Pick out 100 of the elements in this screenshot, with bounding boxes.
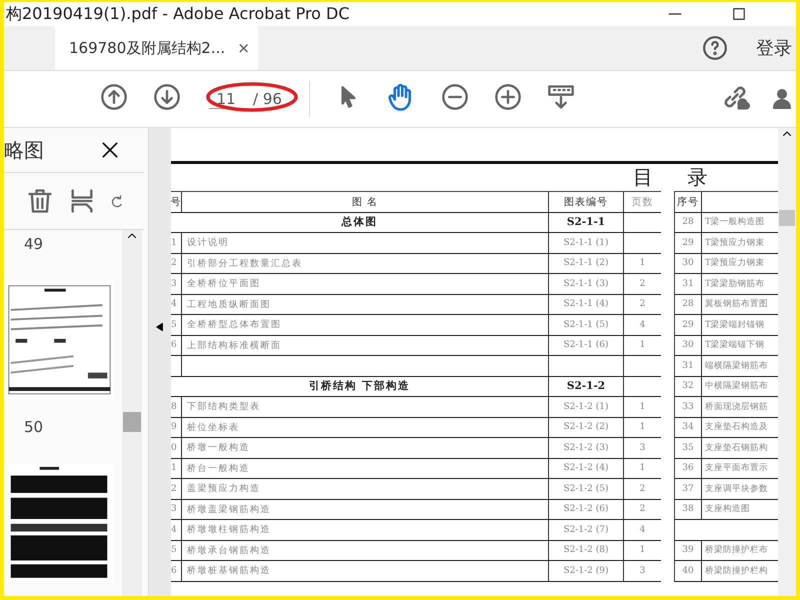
table-cell: 桥墩承台钢筋构造	[181, 540, 548, 560]
table-cell-text: 8	[171, 400, 178, 414]
help-icon[interactable]	[702, 35, 728, 61]
table-cell-text: 5	[171, 544, 178, 558]
table-cell-text: 3	[171, 278, 178, 291]
zoom-out-icon[interactable]	[441, 83, 469, 111]
page-count: / 96	[253, 90, 282, 108]
table-cell: 2	[640, 299, 646, 310]
table-cell: 3	[640, 442, 646, 453]
table-cell: 1	[640, 340, 646, 350]
table-cell: S2-1-2 (7)	[548, 520, 623, 540]
page-number: 49	[23, 234, 44, 255]
table-cell: S2-1-2 (5)	[548, 479, 623, 498]
table-cell-text: 4	[171, 298, 178, 312]
table-cell: S2-1-1	[548, 212, 623, 232]
table-cell-text: 33	[681, 400, 695, 414]
group-heading: 引桥结构 下部构造	[308, 379, 411, 394]
table-cell: 1	[640, 402, 646, 412]
table-cell-text: 29	[681, 236, 695, 250]
table-cell: S2-1-2 (4)	[548, 458, 623, 478]
table-cell: S2-1-1 (4)	[548, 294, 623, 314]
group-heading: 总体图	[340, 215, 378, 230]
table-cell: 工程地质纵断面图	[181, 294, 548, 314]
table-cell: S2-1-1 (2)	[548, 254, 623, 273]
table-cell-text: 36	[681, 462, 695, 476]
panel-title: 略图	[4, 136, 44, 164]
table-cell: 2	[640, 278, 646, 289]
table-cell: 上部结构标准横断面	[181, 336, 548, 355]
table-cell: 4	[640, 320, 646, 330]
close-tab-button[interactable]: ×	[237, 39, 250, 57]
table-cell-text: 32	[681, 380, 695, 394]
table-cell-text: 4	[171, 524, 178, 537]
table-cell: 下部结构类型表	[181, 397, 548, 416]
page-number: 50	[23, 417, 44, 438]
table-cell: 4	[640, 524, 646, 535]
column-header: 图表编号	[548, 192, 623, 212]
table-cell: 全桥桥型总体布置图	[181, 315, 548, 334]
table-cell: S2-1-2 (9)	[548, 561, 623, 580]
table-cell-text: 37	[681, 482, 695, 496]
table-cell: 全桥桥位平面图	[181, 274, 548, 294]
page-number-field[interactable]: 11	[209, 90, 243, 108]
scrollbar-thumb[interactable]	[779, 210, 795, 226]
table-cell-text: 2	[171, 482, 178, 496]
table-cell-text: 1	[171, 236, 178, 250]
table-cell-text: 0	[171, 442, 178, 455]
document-heading: 目 录	[632, 164, 708, 191]
column-header: 序号	[676, 196, 700, 210]
table-cell-text: 9	[171, 421, 178, 434]
maximize-icon[interactable]	[732, 7, 746, 21]
table-cell-text: 40	[681, 564, 695, 578]
table-cell: 1	[640, 258, 646, 268]
trash-icon[interactable]	[26, 187, 54, 215]
table-cell-text: 5	[171, 318, 178, 332]
table-cell: 盖梁预应力构造	[181, 479, 548, 498]
table-cell: 桩位坐标表	[181, 418, 548, 437]
zoom-in-icon[interactable]	[494, 83, 522, 111]
table-cell-text: 1	[171, 462, 178, 476]
table-cell: S2-1-2 (8)	[548, 540, 623, 560]
table-cell-text: 30	[681, 257, 695, 270]
table-cell: 桥墩墩柱钢筋构造	[181, 520, 548, 540]
table-cell-text: 31	[681, 278, 695, 291]
close-icon[interactable]	[100, 140, 120, 160]
collapse-icon[interactable]	[155, 320, 165, 334]
table-cell: S2-1-1 (6)	[548, 336, 623, 355]
table-cell: 2	[640, 504, 646, 514]
sign-in-link[interactable]: 登录	[756, 36, 792, 60]
table-cell-text: 6	[171, 339, 178, 352]
table-cell: 引桥部分工程数量汇总表	[181, 254, 548, 273]
column-header: 号	[171, 196, 181, 210]
table-cell: 1	[640, 463, 646, 474]
table-cell: 设计说明	[181, 233, 548, 252]
table-cell-text: 31	[681, 360, 695, 373]
table-cell-text: 38	[681, 503, 695, 516]
table-cell: 桥墩盖梁钢筋构造	[181, 500, 548, 519]
table-cell: 桥台一般构造	[181, 458, 548, 478]
table-cell-text: 6	[171, 564, 178, 578]
table-cell-text: 39	[681, 544, 695, 558]
table-cell: S2-1-2 (3)	[548, 438, 623, 458]
table-cell: S2-1-2	[548, 376, 623, 396]
scrollbar-thumb[interactable]	[123, 412, 141, 432]
table-cell-text: 34	[681, 421, 695, 434]
table-cell: S2-1-1 (3)	[548, 274, 623, 294]
table-cell: S2-1-2 (6)	[548, 500, 623, 519]
table-cell: S2-1-1 (1)	[548, 233, 623, 252]
table-cell-text: 28	[681, 216, 695, 230]
table-cell: S2-1-2 (2)	[548, 418, 623, 437]
table-cell: S2-1-2 (1)	[548, 397, 623, 416]
table-cell: 1	[640, 545, 646, 556]
table-cell: 2	[640, 484, 646, 494]
document-tab[interactable]: 169780及附属结构2... ×	[55, 26, 258, 70]
table-cell: 3	[640, 566, 646, 576]
table-cell-text: 29	[681, 318, 695, 332]
table-cell: 桥墩桩基钢筋构造	[181, 561, 548, 580]
table-cell: 1	[640, 422, 646, 432]
table-cell: S2-1-1 (5)	[548, 315, 623, 334]
table-cell-text: 35	[681, 442, 695, 455]
ruler-icon[interactable]	[547, 83, 575, 111]
table-cell-text: 3	[171, 503, 178, 516]
table-cell-text: 28	[681, 298, 695, 312]
table-cell-text: 2	[171, 257, 178, 270]
